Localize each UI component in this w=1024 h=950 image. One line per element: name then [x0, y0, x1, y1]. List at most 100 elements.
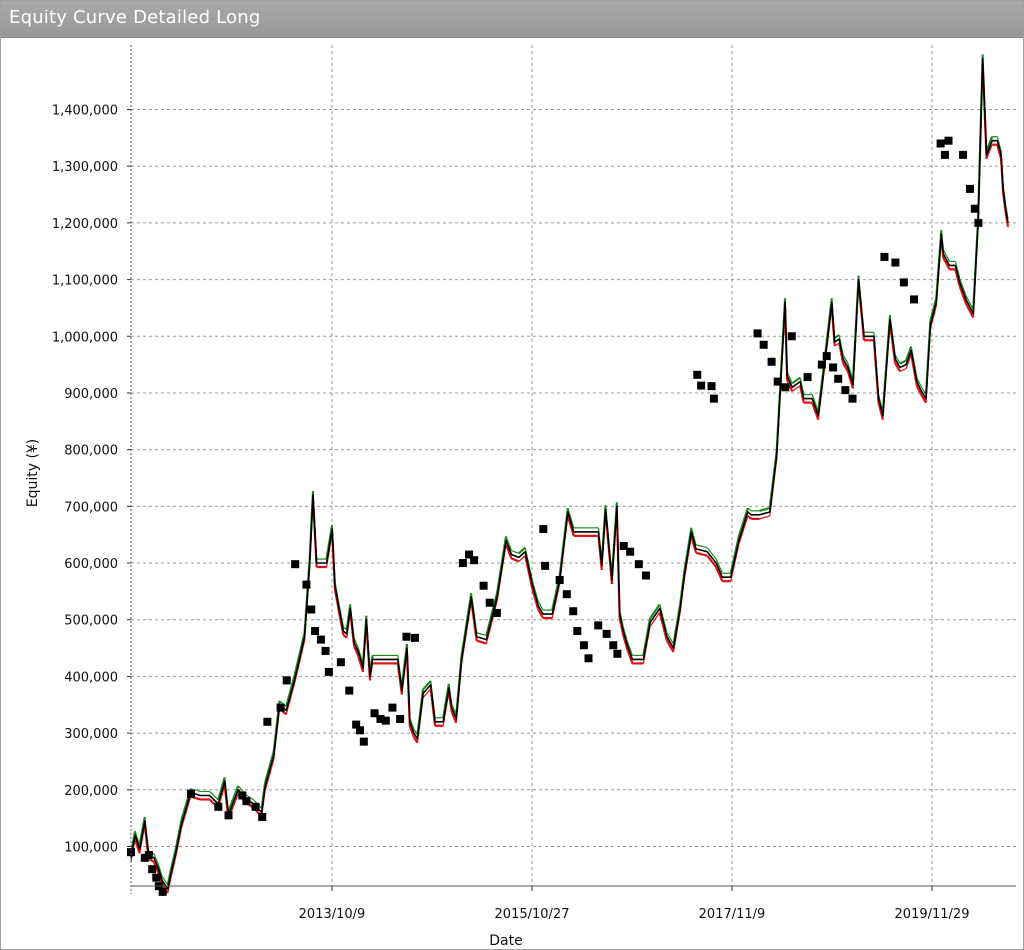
x-tick-label: 2017/11/9: [699, 907, 766, 922]
trade-marker: [242, 797, 251, 806]
trade-marker: [613, 649, 622, 658]
trade-marker: [470, 556, 479, 565]
equity-high-segment: [834, 334, 840, 339]
y-tick-label: 1,100,000: [52, 274, 118, 289]
equity-high-segment: [695, 544, 708, 549]
trade-marker: [458, 559, 467, 568]
trade-marker: [899, 278, 908, 287]
trade-marker: [584, 654, 593, 663]
y-tick-label: 200,000: [64, 784, 118, 799]
trade-marker: [970, 204, 979, 213]
y-tick-label: 1,300,000: [52, 160, 118, 175]
trade-marker: [144, 851, 153, 860]
trade-marker: [258, 813, 267, 822]
trade-marker: [410, 633, 419, 642]
trade-marker: [697, 381, 706, 390]
trade-marker: [573, 627, 582, 636]
trade-marker: [936, 139, 945, 148]
y-tick-label: 600,000: [64, 557, 118, 572]
trade-marker: [158, 887, 167, 896]
trade-marker: [388, 703, 397, 712]
trade-marker: [940, 150, 949, 159]
trade-marker: [276, 703, 285, 712]
y-tick-label: 300,000: [64, 727, 118, 742]
trade-marker: [324, 667, 333, 676]
trade-marker: [541, 561, 550, 570]
trade-marker: [555, 576, 564, 585]
trade-marker: [841, 386, 850, 395]
trade-marker: [251, 802, 260, 811]
equity-band: [129, 54, 1010, 894]
y-tick-label: 700,000: [64, 500, 118, 515]
equity-low-segment: [524, 555, 534, 590]
trade-marker: [186, 789, 195, 798]
equity-low-segment: [476, 639, 487, 645]
trade-marker: [311, 627, 320, 636]
trade-markers: [127, 136, 983, 896]
equity-high-segment: [759, 506, 771, 512]
trade-marker: [891, 258, 900, 267]
trade-marker: [359, 737, 368, 746]
trade-marker: [767, 357, 776, 366]
trade-marker: [307, 605, 316, 614]
equity-low-segment: [511, 557, 520, 563]
trade-marker: [965, 184, 974, 193]
trade-marker: [316, 635, 325, 644]
trade-marker: [336, 658, 345, 667]
trade-marker: [321, 646, 330, 655]
y-tick-label: 500,000: [64, 614, 118, 629]
trade-marker: [485, 598, 494, 607]
trade-marker: [402, 632, 411, 641]
trade-marker: [803, 373, 812, 382]
trade-marker: [959, 150, 968, 159]
trade-marker: [817, 360, 826, 369]
trade-marker: [693, 370, 702, 379]
equity-high-segment: [263, 751, 275, 784]
equity-high-segment: [293, 632, 306, 676]
equity-low-segment: [485, 600, 498, 644]
trade-marker: [759, 340, 768, 349]
trade-marker: [910, 295, 919, 304]
trade-marker: [602, 629, 611, 638]
trade-marker: [787, 332, 796, 341]
equity-low-segment: [695, 551, 708, 557]
equity-high-segment: [729, 536, 740, 574]
trade-marker: [381, 716, 390, 725]
trade-marker: [492, 608, 501, 617]
equity-high-segment: [511, 549, 520, 554]
trade-marker: [822, 352, 831, 361]
y-tick-label: 900,000: [64, 387, 118, 402]
trade-marker: [345, 686, 354, 695]
trade-marker: [880, 252, 889, 261]
trade-marker: [224, 811, 233, 820]
y-axis-title: Equity (¥): [25, 439, 41, 508]
chart-axes: [127, 45, 1016, 894]
x-tick-label: 2019/11/29: [895, 907, 970, 922]
y-tick-label: 400,000: [64, 670, 118, 685]
trade-marker: [834, 374, 843, 383]
trade-marker: [539, 525, 548, 534]
trade-marker: [263, 717, 272, 726]
x-tick-label: 2013/10/9: [299, 907, 366, 922]
y-tick-label: 1,000,000: [52, 330, 118, 345]
trade-marker: [641, 571, 650, 580]
equity-low-segment: [899, 368, 907, 372]
trade-marker: [479, 581, 488, 590]
trade-marker: [562, 590, 571, 599]
trade-marker: [609, 641, 618, 650]
trade-marker: [356, 726, 365, 735]
trade-marker: [753, 329, 762, 338]
equity-low-segment: [148, 858, 155, 863]
trade-marker: [626, 547, 635, 556]
y-tick-label: 1,200,000: [52, 217, 118, 232]
trade-marker: [773, 377, 782, 386]
trade-marker: [302, 580, 311, 589]
y-tick-label: 1,400,000: [52, 104, 118, 119]
equity-low-segment: [747, 515, 752, 520]
trade-marker: [709, 394, 718, 403]
x-tick-label: 2015/10/27: [495, 907, 570, 922]
trade-marker: [214, 802, 223, 811]
x-axis-title: Date: [489, 933, 522, 949]
y-tick-label: 100,000: [64, 841, 118, 856]
trade-marker: [396, 714, 405, 723]
